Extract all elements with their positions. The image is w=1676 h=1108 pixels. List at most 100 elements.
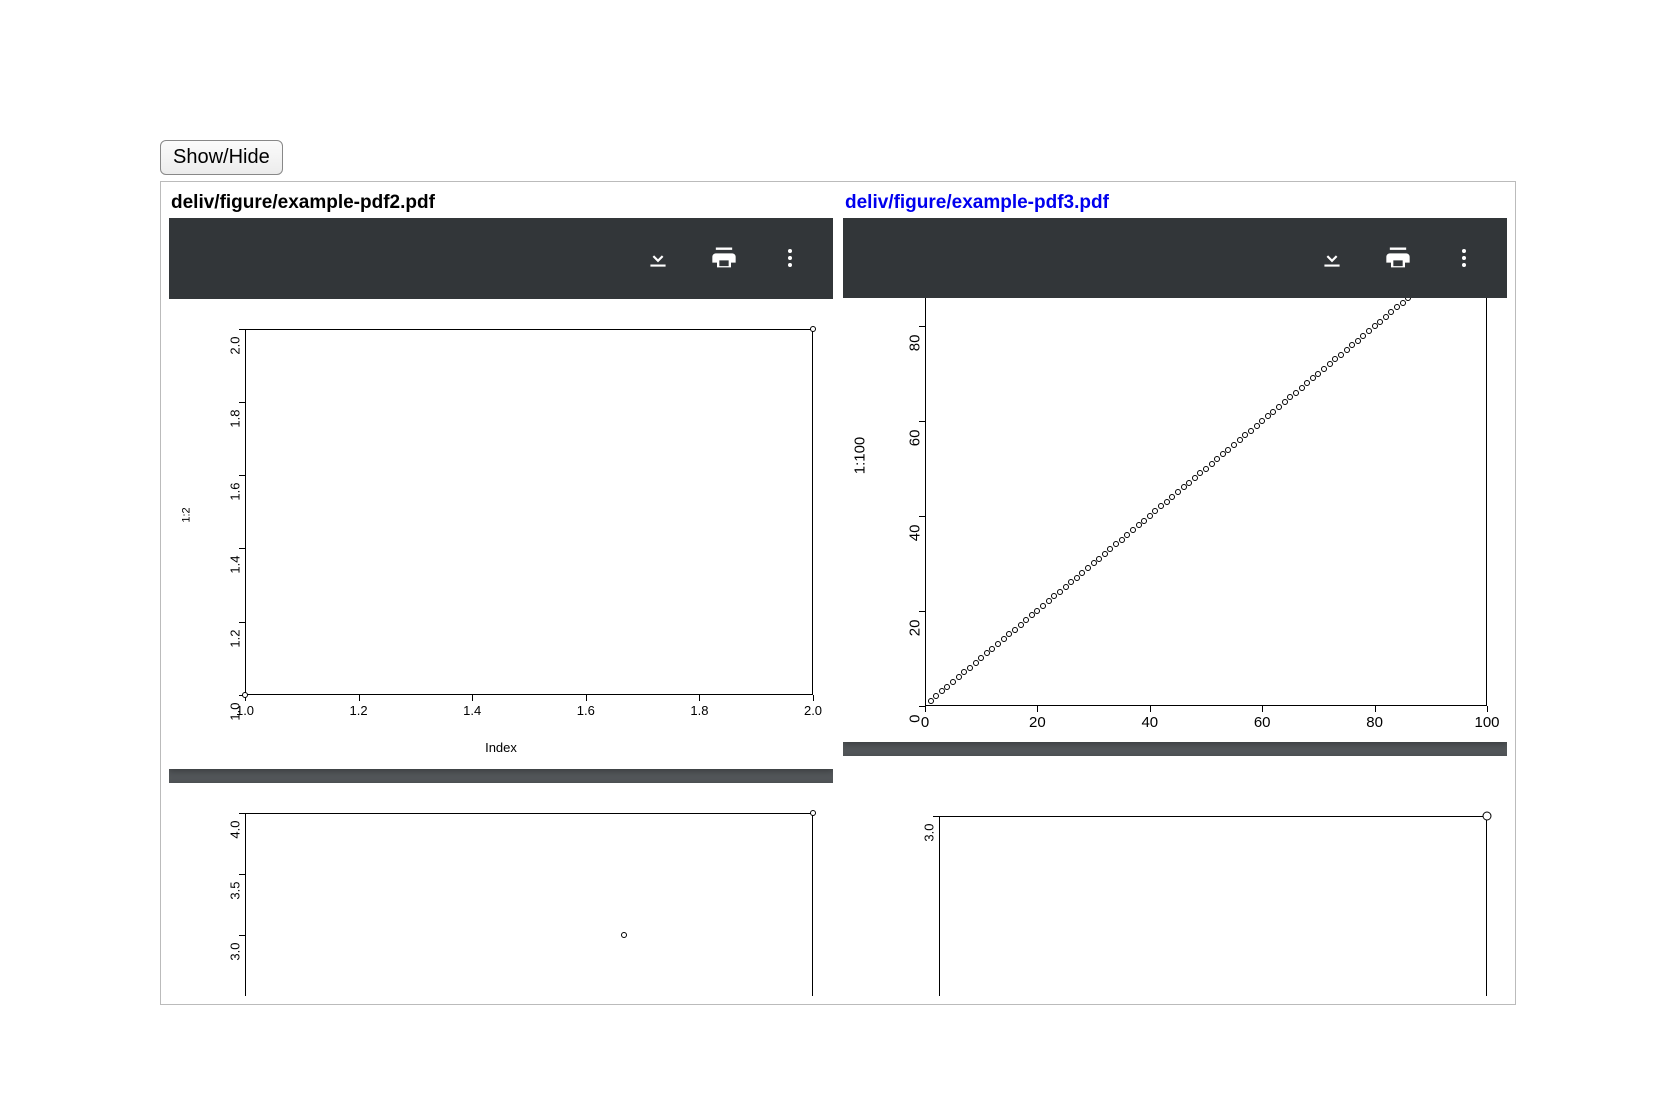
data-point — [1310, 375, 1316, 381]
data-point — [810, 326, 816, 332]
chart-right-bottom: 3.0 — [843, 756, 1507, 996]
data-point — [933, 693, 939, 699]
data-point — [1141, 518, 1147, 524]
data-point — [1259, 418, 1265, 424]
data-point — [1248, 428, 1254, 434]
data-point — [1096, 556, 1102, 562]
data-point — [1124, 532, 1130, 538]
data-point — [973, 660, 979, 666]
data-point — [1023, 617, 1029, 623]
data-point — [950, 679, 956, 685]
data-point — [1265, 413, 1271, 419]
print-icon[interactable] — [709, 243, 739, 273]
data-point — [1360, 333, 1366, 339]
download-icon[interactable] — [1317, 243, 1347, 273]
data-point — [621, 932, 627, 938]
y-axis-label: 1:2 — [181, 507, 193, 522]
data-point — [1483, 812, 1492, 821]
data-point — [1034, 608, 1040, 614]
data-point — [1152, 508, 1158, 514]
data-point — [1338, 352, 1344, 358]
left-file-title: deliv/figure/example-pdf2.pdf — [171, 192, 833, 215]
pdf-toolbar — [843, 218, 1507, 298]
chart-left-bottom: 3.03.54.0 — [169, 783, 833, 996]
data-point — [928, 698, 934, 704]
data-point — [1006, 631, 1012, 637]
data-point — [939, 688, 945, 694]
data-point — [1057, 589, 1063, 595]
print-icon[interactable] — [1383, 243, 1413, 273]
right-pdf-pages[interactable]: 1:100 Index 020406080020406080100 3.0 — [843, 298, 1507, 996]
data-point — [1225, 447, 1231, 453]
data-point — [1119, 537, 1125, 543]
data-point — [1203, 466, 1209, 472]
data-point — [1040, 603, 1046, 609]
data-point — [1051, 593, 1057, 599]
data-point — [1220, 451, 1226, 457]
data-point — [1012, 627, 1018, 633]
data-point — [1107, 546, 1113, 552]
chart-left-top: 1:2 Index 1.01.21.41.61.82.01.01.21.41.6… — [169, 299, 833, 769]
data-point — [242, 692, 248, 698]
left-pdf-viewer: 1:2 Index 1.01.21.41.61.82.01.01.21.41.6… — [169, 218, 833, 996]
data-point — [978, 655, 984, 661]
data-point — [1315, 371, 1321, 377]
data-point — [1344, 347, 1350, 353]
data-point — [810, 810, 816, 816]
right-pdf-viewer: 1:100 Index 020406080020406080100 3.0 — [843, 218, 1507, 996]
data-point — [1197, 470, 1203, 476]
data-point — [1147, 513, 1153, 519]
data-point — [961, 669, 967, 675]
data-point — [1001, 636, 1007, 642]
data-point — [1299, 385, 1305, 391]
data-point — [1136, 522, 1142, 528]
data-point — [1293, 390, 1299, 396]
data-point — [1321, 366, 1327, 372]
show-hide-button[interactable]: Show/Hide — [160, 140, 283, 175]
data-point — [1372, 323, 1378, 329]
data-point — [1018, 622, 1024, 628]
chart-right-top: 1:100 Index 020406080020406080100 — [843, 298, 1507, 742]
data-point — [1074, 575, 1080, 581]
comparison-panel: deliv/figure/example-pdf2.pdf — [160, 181, 1516, 1005]
pdf-page: 3.03.54.0 — [169, 783, 833, 996]
data-point — [1063, 584, 1069, 590]
data-point — [1209, 461, 1215, 467]
data-point — [1242, 432, 1248, 438]
data-point — [1383, 314, 1389, 320]
y-axis-label: 1:100 — [851, 436, 868, 474]
more-menu-icon[interactable] — [775, 243, 805, 273]
data-point — [984, 650, 990, 656]
data-point — [1304, 380, 1310, 386]
data-point — [1029, 612, 1035, 618]
data-point — [1068, 579, 1074, 585]
data-point — [1276, 404, 1282, 410]
left-pdf-pages[interactable]: 1:2 Index 1.01.21.41.61.82.01.01.21.41.6… — [169, 299, 833, 996]
data-point — [967, 665, 973, 671]
right-file-title-link[interactable]: deliv/figure/example-pdf3.pdf — [845, 192, 1507, 215]
pdf-page: 1:100 Index 020406080020406080100 — [843, 298, 1507, 742]
data-point — [1091, 560, 1097, 566]
data-point — [1327, 361, 1333, 367]
data-point — [1214, 456, 1220, 462]
x-axis-label: Index — [485, 740, 517, 755]
data-point — [1085, 565, 1091, 571]
data-point — [944, 684, 950, 690]
download-icon[interactable] — [643, 243, 673, 273]
data-point — [1400, 300, 1406, 306]
data-point — [1164, 499, 1170, 505]
data-point — [1388, 309, 1394, 315]
data-point — [1349, 342, 1355, 348]
data-point — [1192, 475, 1198, 481]
data-point — [1237, 437, 1243, 443]
data-point — [1332, 356, 1338, 362]
data-point — [1169, 494, 1175, 500]
more-menu-icon[interactable] — [1449, 243, 1479, 273]
data-point — [1394, 304, 1400, 310]
data-point — [1186, 480, 1192, 486]
data-point — [1102, 551, 1108, 557]
data-point — [1158, 503, 1164, 509]
data-point — [1113, 541, 1119, 547]
left-column: deliv/figure/example-pdf2.pdf — [169, 192, 833, 996]
data-point — [1366, 328, 1372, 334]
